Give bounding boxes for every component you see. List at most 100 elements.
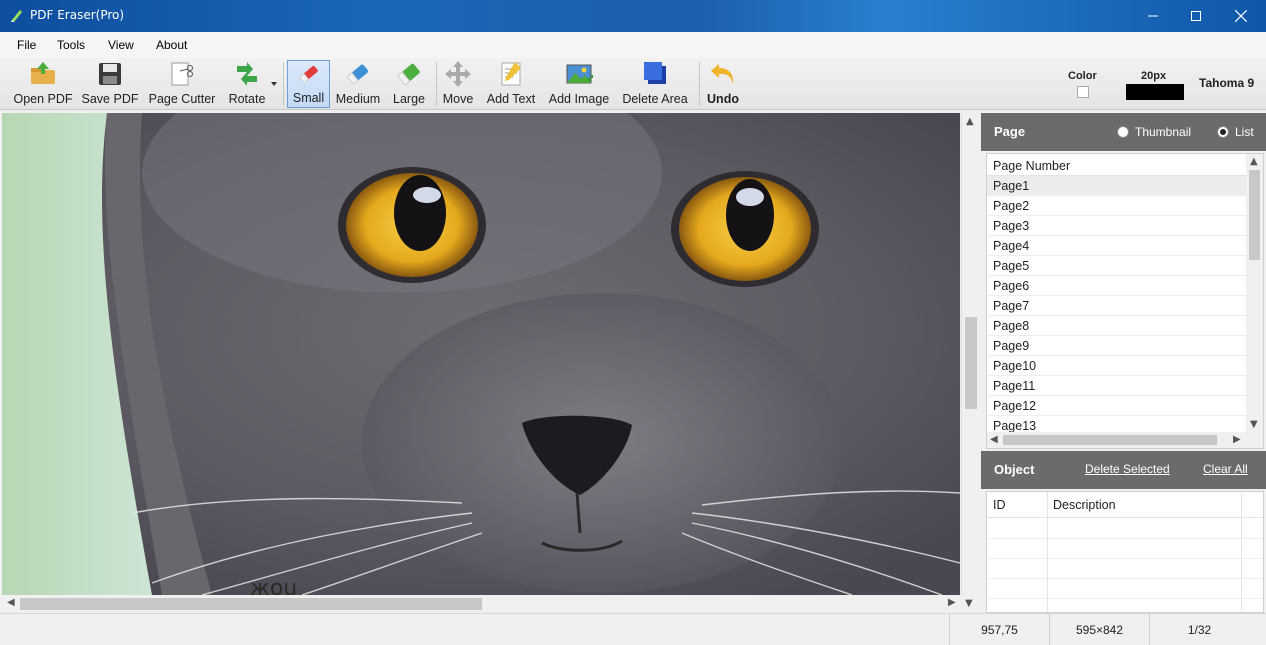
page-list-item[interactable]: Page6 <box>987 276 1247 296</box>
menu-about[interactable]: About <box>156 38 187 52</box>
canvas-horizontal-scrollbar[interactable]: ◀ ▶ <box>2 595 961 612</box>
open-pdf-button[interactable]: Open PDF <box>12 60 74 108</box>
menu-file[interactable]: File <box>17 38 36 52</box>
page-list-item[interactable]: Page7 <box>987 296 1247 316</box>
large-label: Large <box>393 92 425 106</box>
open-folder-icon <box>31 62 55 84</box>
eraser-medium-button[interactable]: Medium <box>334 60 382 108</box>
move-label: Move <box>442 92 474 106</box>
page-list-item[interactable]: Page1 <box>987 176 1247 196</box>
brush-size-label: 20px <box>1141 70 1167 82</box>
scissors-page-icon <box>171 62 193 86</box>
small-label: Small <box>292 91 325 105</box>
status-bar: 957,75 595×842 1/32 <box>0 613 1266 645</box>
thumbnail-radio[interactable]: Thumbnail <box>1117 125 1191 139</box>
add-text-button[interactable]: Add Text <box>482 60 540 108</box>
page-list-hscrollbar[interactable]: ◀ ▶ <box>987 432 1263 448</box>
eraser-small-button[interactable]: Small <box>287 60 330 108</box>
menu-view[interactable]: View <box>108 38 134 52</box>
open-pdf-label: Open PDF <box>13 92 73 106</box>
column-divider <box>1047 492 1048 612</box>
minimize-button[interactable] <box>1130 0 1176 32</box>
canvas-vertical-scrollbar[interactable]: ▲ ▼ <box>961 113 978 607</box>
scroll-down-icon[interactable]: ▼ <box>1250 420 1258 430</box>
page-cutter-button[interactable]: Page Cutter <box>146 60 218 108</box>
scroll-left-icon[interactable]: ◀ <box>7 598 15 608</box>
font-selector[interactable]: Tahoma 9 <box>1199 76 1254 90</box>
app-icon <box>11 10 22 22</box>
canvas-hscroll-thumb[interactable] <box>20 598 482 610</box>
window-title: PDF Eraser(Pro) <box>30 8 125 22</box>
delete-area-icon <box>644 62 666 84</box>
save-pdf-button[interactable]: Save PDF <box>80 60 140 108</box>
delete-selected-link[interactable]: Delete Selected <box>1085 462 1170 476</box>
add-image-icon <box>566 64 593 84</box>
color-picker-swatch[interactable] <box>1077 86 1089 98</box>
delete-area-button[interactable]: Delete Area <box>619 60 691 108</box>
cursor-coordinates: 957,75 <box>949 614 1049 645</box>
brush-size-preview[interactable] <box>1126 84 1184 100</box>
scroll-up-icon[interactable]: ▲ <box>966 117 974 127</box>
title-bar: PDF Eraser(Pro) <box>0 0 1266 32</box>
page-list[interactable]: Page Number Page1 Page2 Page3 Page4 Page… <box>986 153 1264 449</box>
page-list-item[interactable]: Page4 <box>987 236 1247 256</box>
close-icon <box>1235 10 1247 22</box>
side-panel: Page Thumbnail List Page Number Page1 Pa… <box>981 113 1266 613</box>
page-list-item[interactable]: Page9 <box>987 336 1247 356</box>
page-panel-title: Page <box>994 124 1026 139</box>
add-image-button[interactable]: Add Image <box>545 60 613 108</box>
column-divider <box>1241 492 1242 612</box>
canvas-partial-text: жоu <box>250 576 297 595</box>
page-list-item[interactable]: Page5 <box>987 256 1247 276</box>
toolbar-separator <box>283 62 284 106</box>
toolbar-separator <box>436 62 437 106</box>
add-text-icon <box>501 62 521 86</box>
eraser-medium-icon <box>347 64 369 85</box>
page-list-item[interactable]: Page2 <box>987 196 1247 216</box>
page-list-vscrollbar[interactable]: ▲ ▼ <box>1246 154 1263 434</box>
close-button[interactable] <box>1218 0 1264 32</box>
minimize-icon <box>1148 15 1158 17</box>
page-list-vscroll-thumb[interactable] <box>1249 170 1260 260</box>
canvas-vscroll-thumb[interactable] <box>965 317 977 409</box>
medium-label: Medium <box>335 92 381 106</box>
rotate-dropdown-icon[interactable] <box>271 82 277 86</box>
scroll-corner: ▼ <box>961 595 978 612</box>
page-number-column-header[interactable]: Page Number <box>987 154 1263 176</box>
thumbnail-label: Thumbnail <box>1135 125 1192 139</box>
undo-button[interactable]: Undo <box>703 60 743 108</box>
page-list-item[interactable]: Page12 <box>987 396 1247 416</box>
maximize-button[interactable] <box>1173 0 1219 32</box>
toolbar-separator <box>699 62 700 106</box>
menu-tools[interactable]: Tools <box>57 38 85 52</box>
delete-area-label: Delete Area <box>622 92 688 106</box>
page-list-item[interactable]: Page11 <box>987 376 1247 396</box>
scroll-up-icon[interactable]: ▲ <box>1250 157 1258 167</box>
scroll-left-icon[interactable]: ◀ <box>990 435 998 445</box>
page-list-hscroll-thumb[interactable] <box>1003 435 1217 445</box>
list-label: List <box>1235 125 1254 139</box>
rotate-button[interactable]: Rotate <box>224 60 270 108</box>
page-list-item[interactable]: Page3 <box>987 216 1247 236</box>
page-list-item[interactable]: Page10 <box>987 356 1247 376</box>
clear-all-link[interactable]: Clear All <box>1203 462 1248 476</box>
document-canvas[interactable]: жоu <box>2 113 960 595</box>
color-label: Color <box>1068 70 1097 82</box>
table-row-line <box>987 598 1263 599</box>
object-id-column-header[interactable]: ID <box>987 492 1047 517</box>
page-size: 595×842 <box>1049 614 1149 645</box>
object-description-column-header[interactable]: Description <box>1047 492 1122 517</box>
eraser-large-button[interactable]: Large <box>388 60 430 108</box>
scroll-right-icon[interactable]: ▶ <box>1233 435 1241 445</box>
scroll-down-icon[interactable]: ▼ <box>965 599 973 609</box>
move-button[interactable]: Move <box>440 60 476 108</box>
rotate-icon <box>237 62 257 86</box>
object-table[interactable]: ID Description <box>986 491 1264 613</box>
table-row-line <box>987 558 1263 559</box>
toolbar: Open PDF Save PDF Page Cutter Rotate Sma… <box>0 58 1266 110</box>
maximize-icon <box>1191 11 1201 21</box>
scroll-right-icon[interactable]: ▶ <box>948 598 956 608</box>
page-list-item[interactable]: Page8 <box>987 316 1247 336</box>
page-panel-header: Page Thumbnail List <box>981 113 1266 151</box>
list-radio[interactable]: List <box>1217 125 1254 139</box>
